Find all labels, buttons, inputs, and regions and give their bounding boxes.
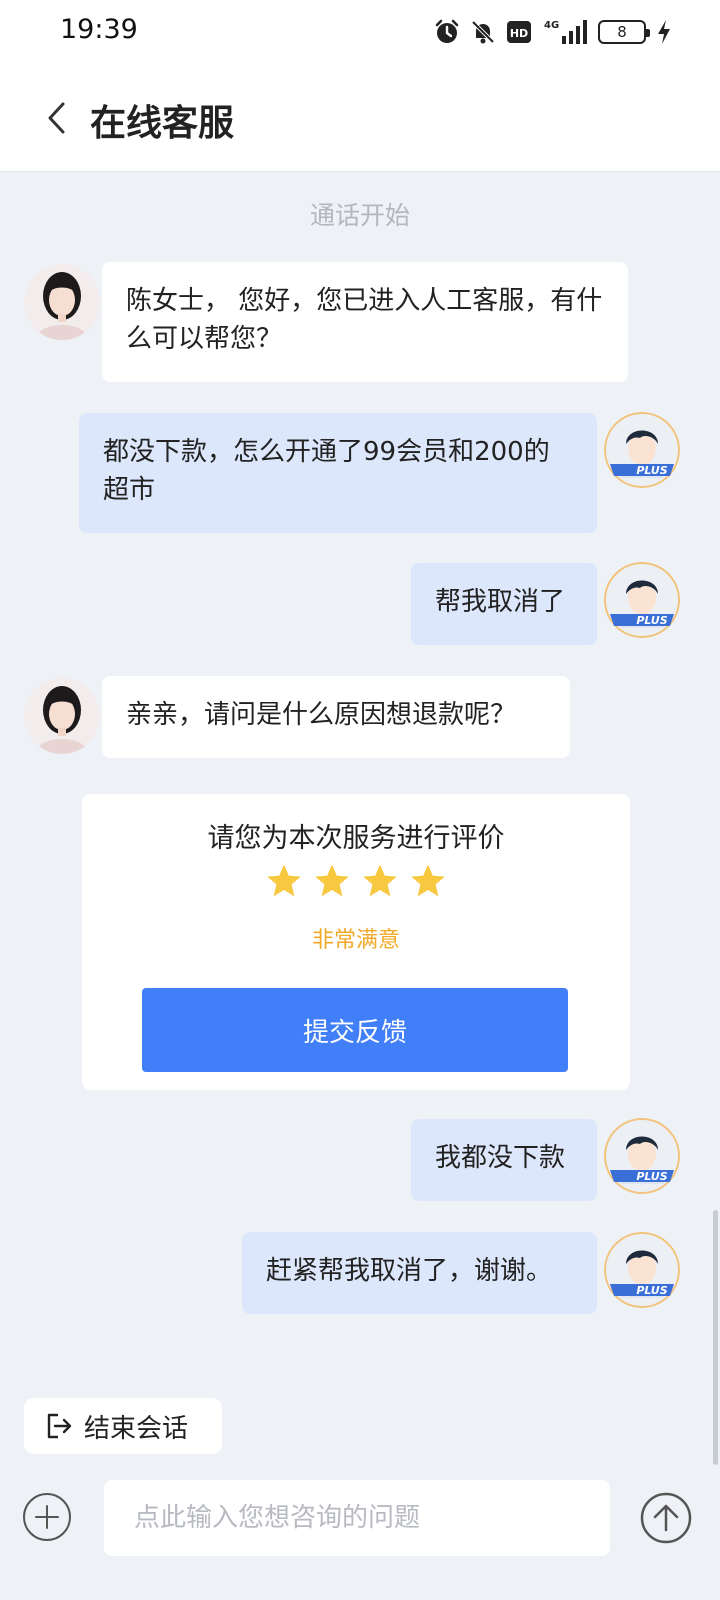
- submit-feedback-button[interactable]: 提交反馈: [142, 988, 568, 1072]
- alarm-icon: [435, 19, 459, 43]
- chat-area[interactable]: 通话开始 陈女士， 您好，您已进入人工客服，有什么可以帮您？ 都没下款，怎么开通…: [0, 172, 720, 1510]
- star-icon[interactable]: [361, 862, 399, 900]
- user-avatar: PLUS: [604, 412, 680, 488]
- call-started-note: 通话开始: [309, 201, 410, 230]
- plus-circle-icon[interactable]: [22, 1492, 72, 1542]
- user-avatar: PLUS: [604, 562, 680, 638]
- star-icon[interactable]: [265, 862, 303, 900]
- input-bar: [0, 1470, 720, 1600]
- scrollbar[interactable]: [713, 1210, 718, 1465]
- user-message: 赶紧帮我取消了，谢谢。: [242, 1232, 597, 1314]
- end-session-button[interactable]: 结束会话: [24, 1398, 222, 1454]
- status-time: 19:39: [60, 14, 138, 45]
- user-message: 都没下款，怎么开通了99会员和200的超市: [79, 413, 597, 533]
- hd-icon: HD: [507, 21, 531, 43]
- battery-level: 8: [617, 23, 627, 41]
- user-avatar: PLUS: [604, 1232, 680, 1308]
- message-input[interactable]: [104, 1480, 610, 1556]
- rating-card: 请您为本次服务进行评价 非常满意 提交反馈: [82, 794, 630, 1090]
- agent-avatar: [24, 264, 100, 340]
- signal-4g-icon: 4G: [544, 20, 587, 44]
- exit-icon: [47, 1413, 72, 1439]
- user-message: 帮我取消了: [411, 563, 597, 645]
- status-bar: 19:39 HD 4G 8: [0, 0, 720, 66]
- battery-icon: 8: [598, 20, 650, 44]
- arrow-up-circle-icon[interactable]: [640, 1492, 692, 1544]
- back-button[interactable]: [36, 96, 76, 140]
- svg-text:4G: 4G: [544, 20, 559, 31]
- charging-icon: [658, 20, 670, 44]
- rating-label: 非常满意: [311, 928, 400, 953]
- user-avatar: PLUS: [604, 1118, 680, 1194]
- end-session-label: 结束会话: [84, 1413, 189, 1444]
- agent-message: 亲亲，请问是什么原因想退款呢？: [102, 676, 570, 758]
- user-message: 我都没下款: [411, 1119, 597, 1201]
- star-rating[interactable]: [82, 862, 630, 900]
- rating-prompt: 请您为本次服务进行评价: [207, 823, 505, 854]
- chevron-left-icon: [48, 102, 65, 134]
- svg-text:PLUS: PLUS: [636, 464, 667, 477]
- svg-text:PLUS: PLUS: [636, 614, 667, 627]
- page-title: 在线客服: [90, 103, 235, 144]
- agent-message: 陈女士， 您好，您已进入人工客服，有什么可以帮您？: [102, 262, 628, 382]
- svg-text:PLUS: PLUS: [636, 1284, 667, 1297]
- svg-text:PLUS: PLUS: [636, 1170, 667, 1183]
- agent-avatar: [24, 678, 100, 754]
- star-icon[interactable]: [313, 862, 351, 900]
- status-icons: HD 4G 8: [434, 14, 672, 50]
- svg-text:HD: HD: [510, 27, 528, 40]
- star-icon[interactable]: [409, 862, 447, 900]
- header: 在线客服: [0, 66, 720, 172]
- mute-bell-icon: [471, 20, 495, 44]
